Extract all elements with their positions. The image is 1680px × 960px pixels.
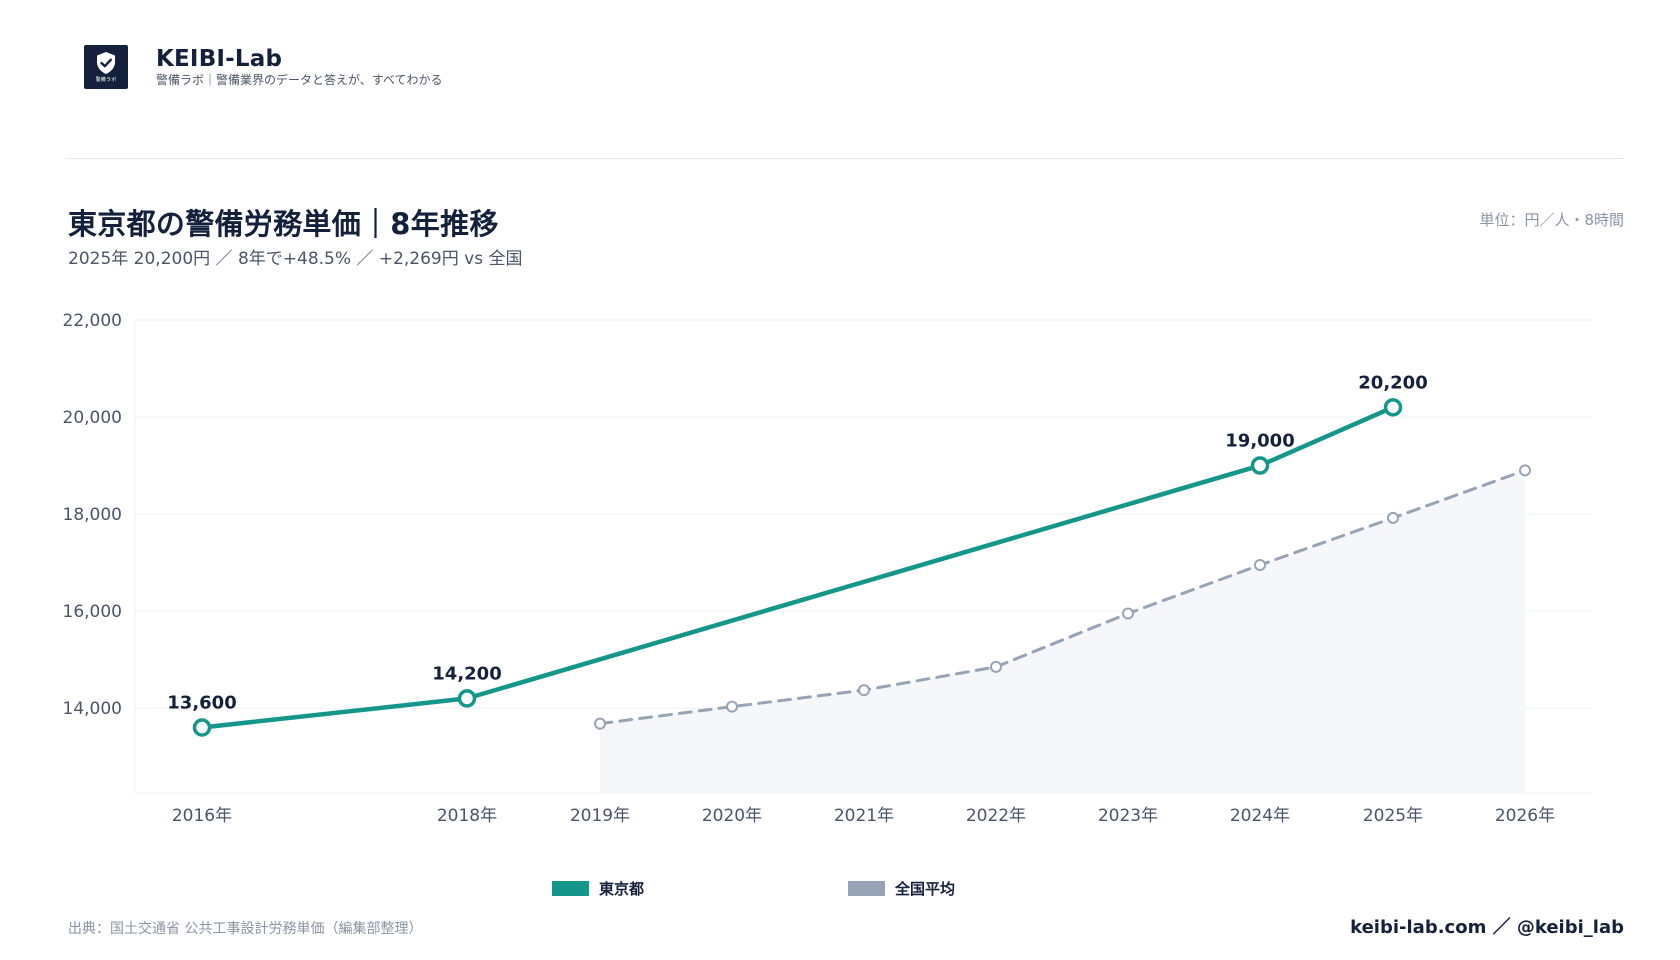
- data-label-tokyo: 13,600: [167, 693, 236, 714]
- site-credit: keibi-lab.com ／ @keibi_lab: [1350, 917, 1624, 938]
- data-point-tokyo: [192, 718, 212, 737]
- x-tick-label: 2019年: [570, 806, 630, 826]
- y-tick-label: 16,000: [63, 602, 122, 622]
- data-point-national: [1254, 558, 1266, 571]
- x-tick-label: 2025年: [1363, 806, 1423, 826]
- x-tick-label: 2022年: [966, 806, 1026, 826]
- x-tick-label: 2024年: [1230, 806, 1290, 826]
- x-tick-label: 2018年: [437, 806, 497, 826]
- y-tick-label: 18,000: [63, 505, 122, 525]
- legend-item-tokyo: 東京都: [552, 878, 644, 899]
- data-point-tokyo: [1250, 456, 1270, 475]
- legend-swatch-tokyo: [552, 881, 589, 896]
- data-point-tokyo: [1383, 398, 1403, 417]
- data-point-national: [858, 684, 870, 697]
- data-point-national: [594, 717, 606, 730]
- source-note: 出典：国土交通省 公共工事設計労務単価（編集部整理）: [68, 921, 423, 937]
- data-label-tokyo: 19,000: [1225, 431, 1294, 452]
- x-tick-label: 2021年: [834, 806, 894, 826]
- legend-label-national: 全国平均: [895, 880, 956, 898]
- series-area-national: [600, 470, 1525, 793]
- legend-label-tokyo: 東京都: [599, 880, 645, 898]
- x-tick-label: 2023年: [1098, 806, 1158, 826]
- x-tick-label: 2016年: [172, 806, 232, 826]
- legend-item-national: 全国平均: [848, 878, 955, 899]
- data-point-national: [1387, 511, 1399, 524]
- legend-swatch-national: [848, 881, 885, 896]
- data-label-tokyo: 20,200: [1358, 372, 1427, 393]
- x-tick-label: 2026年: [1495, 806, 1555, 826]
- data-point-national: [990, 660, 1002, 673]
- y-tick-label: 22,000: [63, 311, 122, 331]
- line-chart: 14,000 16,000 18,000 20,000 22,000 2016年 2018年…: [63, 311, 1592, 826]
- data-label-tokyo: 14,200: [432, 663, 501, 684]
- y-tick-label: 14,000: [63, 699, 122, 719]
- data-point-national: [1122, 607, 1134, 620]
- y-tick-label: 20,000: [63, 408, 122, 428]
- data-point-tokyo: [457, 689, 477, 708]
- data-point-national: [726, 700, 738, 713]
- x-tick-label: 2020年: [702, 806, 762, 826]
- data-point-national: [1519, 464, 1531, 477]
